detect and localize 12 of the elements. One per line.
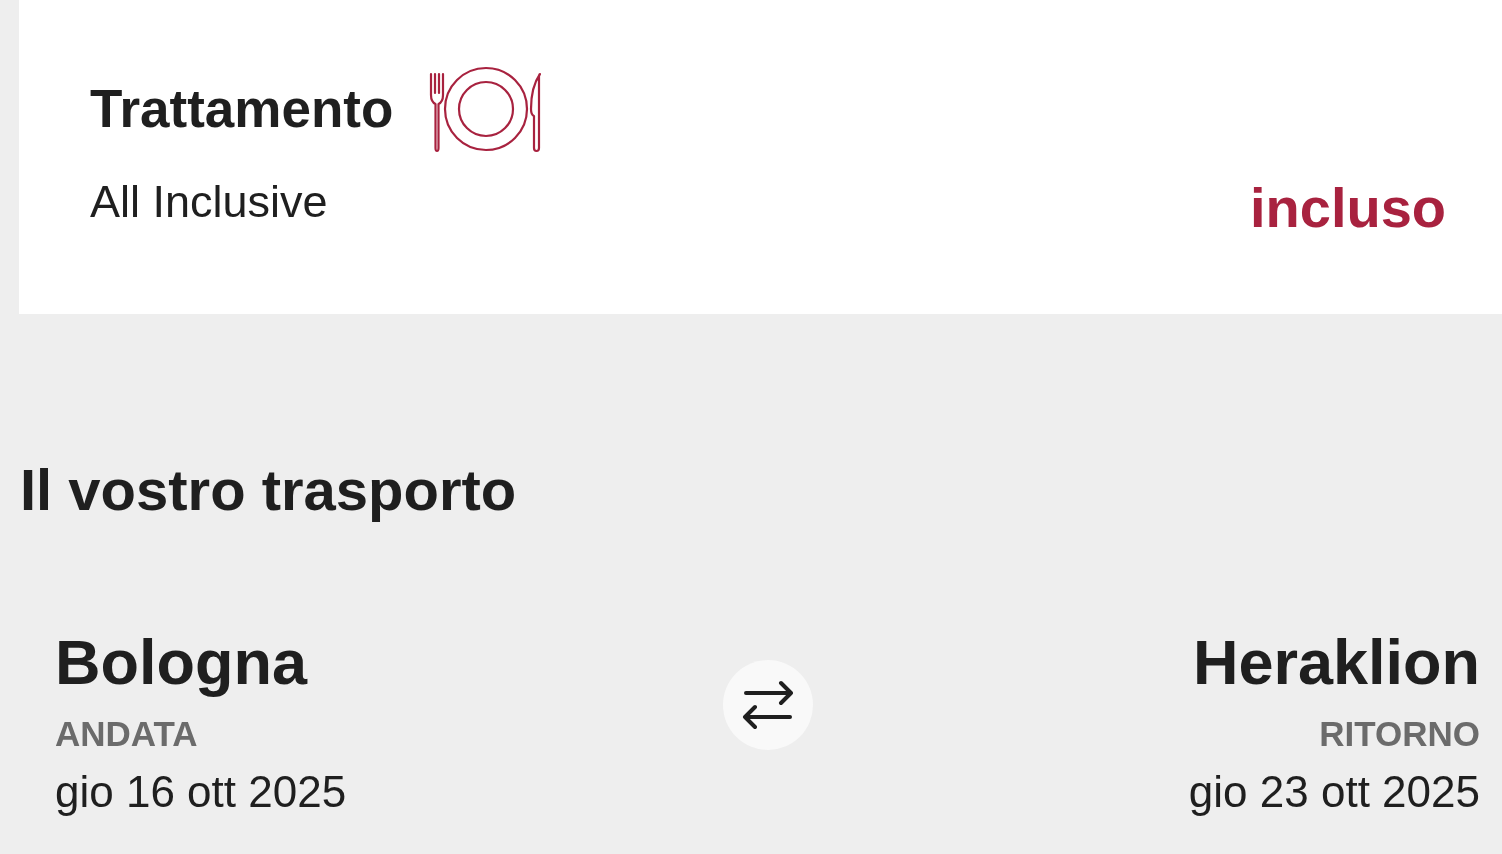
plate-cutlery-icon — [429, 65, 544, 153]
leg-direction-label: RITORNO — [1319, 713, 1480, 756]
leg-date: gio 23 ott 2025 — [1188, 766, 1480, 819]
swap-arrows-icon — [722, 659, 813, 750]
section-title: Il vostro trasporto — [20, 456, 518, 524]
meal-plan-title: Trattamento — [90, 78, 394, 141]
leg-direction-label: ANDATA — [55, 713, 198, 756]
meal-plan-value: All Inclusive — [90, 175, 329, 229]
leg-city: Heraklion — [1192, 625, 1480, 699]
leg-city: Bologna — [55, 625, 307, 699]
meal-plan-price: incluso — [1249, 175, 1446, 241]
leg-date: gio 16 ott 2025 — [55, 766, 347, 819]
